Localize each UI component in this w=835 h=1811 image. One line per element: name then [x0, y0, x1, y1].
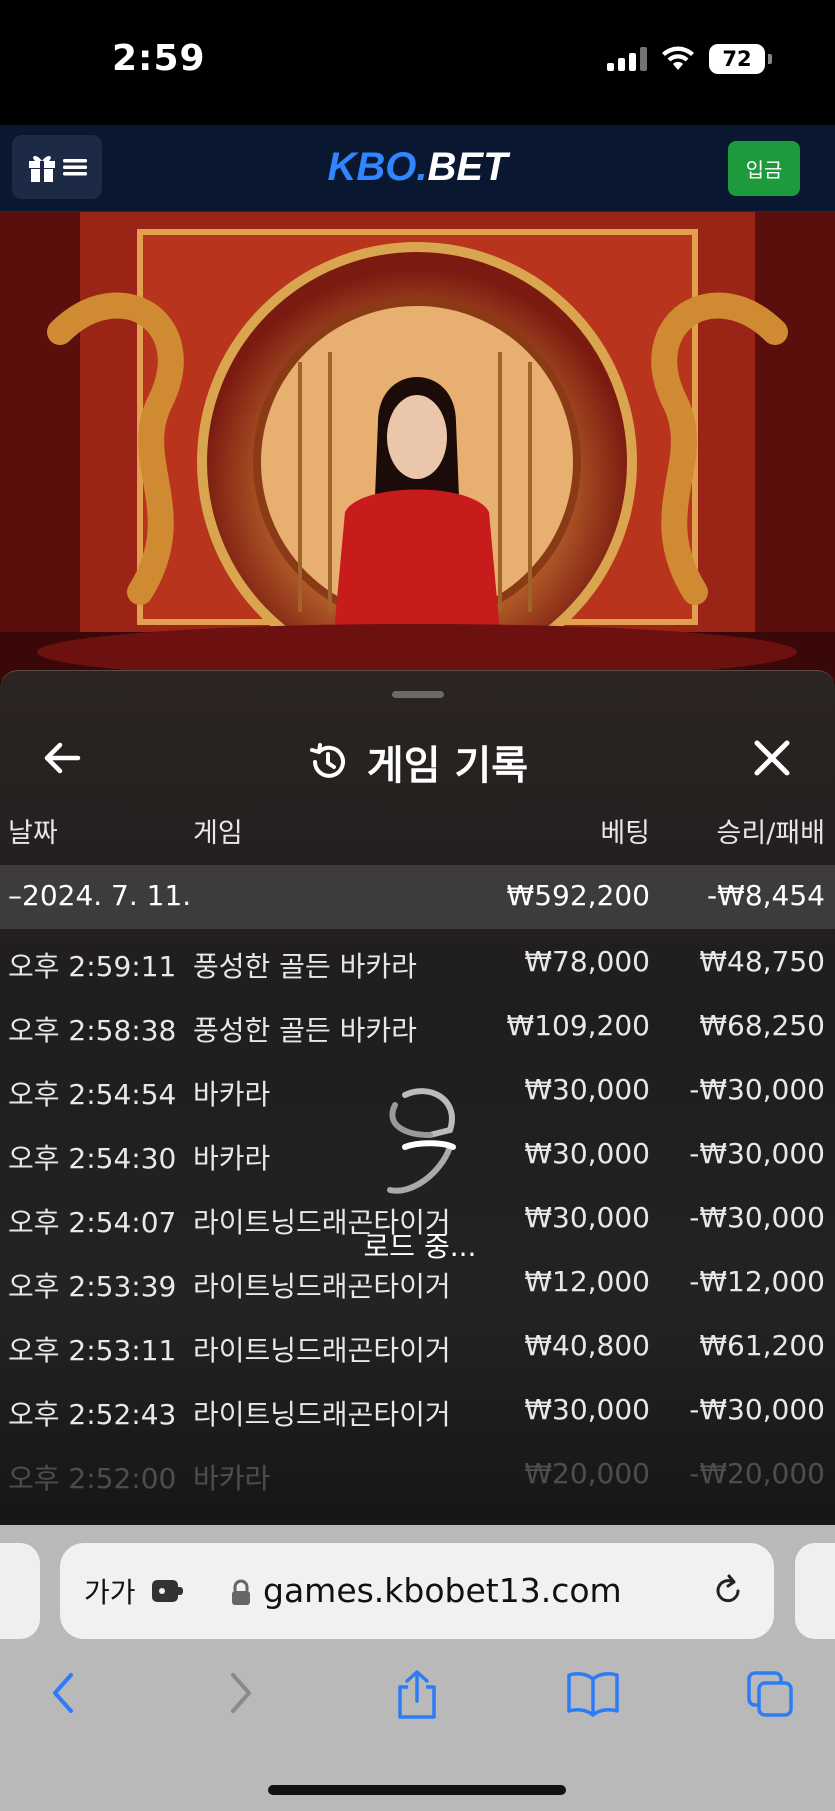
row-win-loss: ₩68,250 — [699, 1009, 825, 1042]
row-game: 풍성한 골든 바카라 — [193, 1014, 417, 1047]
url-text[interactable]: games.kbobet13.com — [263, 1571, 622, 1610]
close-icon[interactable] — [747, 733, 797, 783]
browser-toolbar — [0, 1655, 835, 1745]
row-game: 라이트닝드래곤타이거 — [193, 1270, 451, 1303]
row-time: 오후 2:53:39 — [8, 1270, 177, 1303]
row-bet: ₩78,000 — [524, 945, 650, 978]
reload-icon[interactable] — [710, 1573, 746, 1609]
row-time: 오후 2:54:54 — [8, 1078, 177, 1111]
status-icons: 72 — [607, 44, 772, 74]
row-game: 바카라 — [193, 1142, 271, 1175]
home-indicator[interactable] — [268, 1785, 566, 1795]
row-time: 오후 2:54:07 — [8, 1206, 177, 1239]
row-bet: ₩30,000 — [524, 1073, 650, 1106]
dealer-scene-image — [0, 212, 835, 682]
panel-title-group: 게임 기록 — [0, 733, 835, 791]
row-bet: ₩30,000 — [524, 1393, 650, 1426]
row-bet: ₩109,200 — [506, 1009, 650, 1042]
row-time: 오후 2:52:43 — [8, 1398, 177, 1431]
app-header: KBO.BET 입금 — [0, 125, 835, 212]
text-size-button[interactable]: 가가 — [84, 1571, 136, 1611]
row-time: 오후 2:52:00 — [8, 1462, 177, 1495]
row-game: 라이트닝드래곤타이거 — [193, 1398, 451, 1431]
summary-win-loss: -₩8,454 — [707, 879, 825, 912]
summary-bet: ₩592,200 — [506, 879, 650, 912]
row-game: 라이트닝드래곤타이거 — [193, 1334, 451, 1367]
drag-handle[interactable] — [392, 691, 444, 698]
row-bet: ₩40,800 — [524, 1329, 650, 1362]
row-bet: ₩20,000 — [524, 1457, 650, 1490]
row-win-loss: -₩12,000 — [689, 1265, 825, 1298]
row-win-loss: -₩30,000 — [689, 1137, 825, 1170]
wifi-icon — [662, 46, 694, 70]
row-time: 오후 2:58:38 — [8, 1014, 177, 1047]
live-dealer-video — [0, 212, 835, 682]
share-icon[interactable] — [394, 1669, 440, 1721]
bookmarks-icon[interactable] — [566, 1669, 620, 1717]
row-win-loss: -₩30,000 — [689, 1073, 825, 1106]
kbo-bet-logo[interactable]: KBO.BET — [0, 145, 835, 190]
row-game: 바카라 — [193, 1462, 271, 1495]
table-row[interactable]: 오후 2:52:00 바카라 ₩20,000 -₩20,000 — [0, 1441, 835, 1505]
table-row[interactable]: 오후 2:52:43 라이트닝드래곤타이거 ₩30,000 -₩30,000 — [0, 1377, 835, 1441]
tabs-icon[interactable] — [745, 1669, 795, 1719]
row-win-loss: ₩61,200 — [699, 1329, 825, 1362]
loading-text: 로드 중... — [363, 1230, 477, 1263]
extension-icon[interactable] — [150, 1577, 186, 1605]
table-header: 날짜 게임 베팅 승리/패배 — [0, 811, 835, 866]
row-game: 풍성한 골든 바카라 — [193, 950, 417, 983]
panel-header: 게임 기록 — [0, 711, 835, 811]
forward-icon[interactable] — [223, 1669, 259, 1717]
next-tab-preview[interactable] — [795, 1543, 835, 1639]
column-header-date: 날짜 — [8, 818, 58, 849]
date-summary-row[interactable]: –2024. 7. 11. ₩592,200 -₩8,454 — [0, 865, 835, 929]
cellular-signal-icon — [607, 47, 647, 71]
table-row[interactable]: 오후 2:59:11 풍성한 골든 바카라 ₩78,000 ₩48,750 — [0, 929, 835, 993]
panel-title: 게임 기록 — [366, 743, 529, 789]
row-bet: ₩12,000 — [524, 1265, 650, 1298]
row-win-loss: -₩20,000 — [689, 1457, 825, 1490]
battery-icon: 72 — [709, 44, 772, 74]
lock-icon — [232, 1579, 250, 1605]
loading-indicator: 로드 중... — [355, 1085, 485, 1265]
row-time: 오후 2:59:11 — [8, 950, 177, 983]
history-icon — [309, 743, 345, 778]
row-bet: ₩30,000 — [524, 1201, 650, 1234]
status-time: 2:59 — [112, 38, 206, 79]
status-bar: 2:59 72 — [0, 0, 835, 125]
table-row[interactable]: 오후 2:53:11 라이트닝드래곤타이거 ₩40,800 ₩61,200 — [0, 1313, 835, 1377]
loading-spinner-icon — [387, 1088, 456, 1194]
logo-kbo: KBO. — [327, 145, 428, 189]
column-header-game: 게임 — [193, 818, 243, 849]
row-bet: ₩30,000 — [524, 1137, 650, 1170]
back-icon[interactable] — [45, 1669, 81, 1717]
column-header-bet: 베팅 — [600, 818, 650, 849]
row-win-loss: -₩30,000 — [689, 1201, 825, 1234]
row-win-loss: ₩48,750 — [699, 945, 825, 978]
browser-chrome: 가가 games.kbobet13.com — [0, 1525, 835, 1811]
summary-date: –2024. 7. 11. — [8, 879, 192, 912]
row-time: 오후 2:53:11 — [8, 1334, 177, 1367]
row-time: 오후 2:54:30 — [8, 1142, 177, 1175]
column-header-win-loss: 승리/패배 — [716, 818, 825, 849]
logo-bet: BET — [427, 145, 508, 189]
table-row[interactable]: 오후 2:58:38 풍성한 골든 바카라 ₩109,200 ₩68,250 — [0, 993, 835, 1057]
previous-tab-preview[interactable] — [0, 1543, 40, 1639]
row-win-loss: -₩30,000 — [689, 1393, 825, 1426]
row-game: 바카라 — [193, 1078, 271, 1111]
address-bar[interactable]: 가가 games.kbobet13.com — [60, 1543, 774, 1639]
deposit-button[interactable]: 입금 — [728, 141, 800, 196]
